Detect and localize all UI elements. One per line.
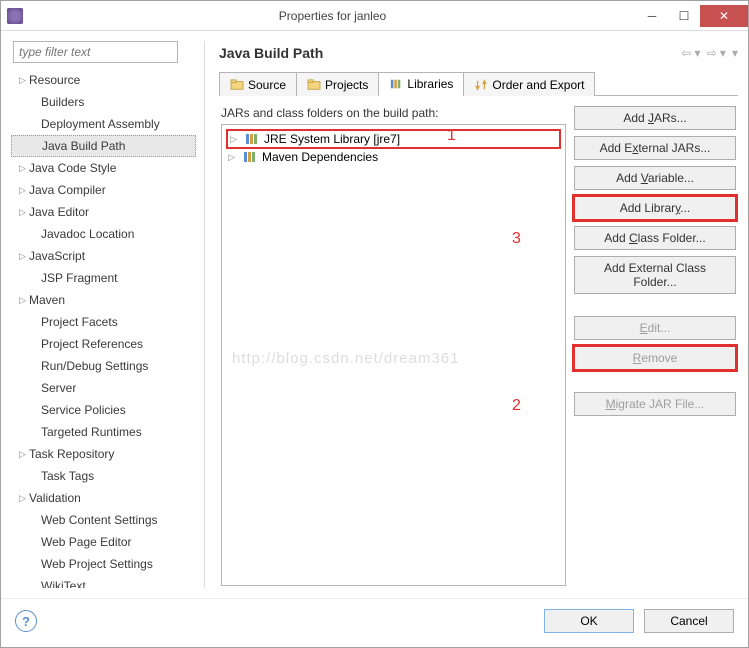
projects-icon (307, 79, 321, 91)
tab-projects[interactable]: Projects (296, 72, 379, 96)
tree-item[interactable]: WikiText (11, 575, 196, 588)
back-icon[interactable]: ⇦ ▾ (681, 46, 700, 60)
button-column: Add JARs... Add External JARs... Add Var… (574, 106, 736, 586)
tree-item[interactable]: ▷Validation (11, 487, 196, 509)
tree-item[interactable]: Task Tags (11, 465, 196, 487)
annotation-1: 1 (447, 127, 456, 145)
libraries-icon (389, 78, 403, 90)
help-icon[interactable]: ? (15, 610, 37, 632)
add-external-jars-button[interactable]: Add External JARs... (574, 136, 736, 160)
lib-list-label: JARs and class folders on the build path… (221, 106, 566, 120)
tree-item[interactable]: ▷JavaScript (11, 245, 196, 267)
tree-item[interactable]: Java Build Path (11, 135, 196, 157)
tab-bar: Source Projects Libraries Order and Expo… (219, 71, 738, 96)
app-icon (7, 8, 23, 24)
tree-item[interactable]: ▷Java Editor (11, 201, 196, 223)
tree-item[interactable]: Targeted Runtimes (11, 421, 196, 443)
tree-item[interactable]: Javadoc Location (11, 223, 196, 245)
tab-libraries[interactable]: Libraries (378, 72, 464, 96)
edit-button[interactable]: Edit... (574, 316, 736, 340)
migrate-jar-button[interactable]: Migrate JAR File... (574, 392, 736, 416)
menu-icon[interactable]: ▾ (732, 46, 738, 60)
remove-button[interactable]: Remove (574, 346, 736, 370)
category-tree-pane: ▷ResourceBuildersDeployment AssemblyJava… (11, 41, 196, 588)
page-title: Java Build Path (219, 45, 681, 61)
tree-item[interactable]: ▷Java Code Style (11, 157, 196, 179)
expand-icon[interactable]: ▷ (228, 152, 238, 163)
annotation-2: 2 (512, 397, 521, 415)
add-external-class-folder-button[interactable]: Add External Class Folder... (574, 256, 736, 294)
tree-item[interactable]: Web Page Editor (11, 531, 196, 553)
tree-item[interactable]: Server (11, 377, 196, 399)
tree-item[interactable]: Run/Debug Settings (11, 355, 196, 377)
order-icon (474, 79, 488, 91)
lib-row-jre[interactable]: ▷ JRE System Library [jre7] (226, 129, 561, 149)
tree-item[interactable]: JSP Fragment (11, 267, 196, 289)
library-icon (242, 150, 258, 164)
titlebar: Properties for janleo ─ ☐ ✕ (1, 1, 748, 31)
library-icon (244, 132, 260, 146)
add-jars-button[interactable]: Add JARs... (574, 106, 736, 130)
tree-item[interactable]: Deployment Assembly (11, 113, 196, 135)
add-variable-button[interactable]: Add Variable... (574, 166, 736, 190)
tree-item[interactable]: Web Project Settings (11, 553, 196, 575)
tab-order[interactable]: Order and Export (463, 72, 595, 96)
category-tree[interactable]: ▷ResourceBuildersDeployment AssemblyJava… (11, 67, 196, 588)
add-library-button[interactable]: Add Library... (574, 196, 736, 220)
tree-item[interactable]: Project References (11, 333, 196, 355)
tree-item[interactable]: Web Content Settings (11, 509, 196, 531)
source-icon (230, 79, 244, 91)
tree-item[interactable]: ▷Task Repository (11, 443, 196, 465)
detail-pane: Java Build Path ⇦ ▾ ⇨ ▾ ▾ Source Project… (204, 41, 738, 588)
tree-item[interactable]: ▷Java Compiler (11, 179, 196, 201)
tree-item[interactable]: ▷Resource (11, 69, 196, 91)
tree-item[interactable]: ▷Maven (11, 289, 196, 311)
minimize-button[interactable]: ─ (636, 5, 668, 27)
dialog-buttons: ? OK Cancel (1, 598, 748, 647)
ok-button[interactable]: OK (544, 609, 634, 633)
cancel-button[interactable]: Cancel (644, 609, 734, 633)
tree-item[interactable]: Builders (11, 91, 196, 113)
close-button[interactable]: ✕ (700, 5, 748, 27)
forward-icon[interactable]: ⇨ ▾ (707, 46, 726, 60)
nav-buttons: ⇦ ▾ ⇨ ▾ ▾ (681, 46, 738, 60)
lib-row-maven[interactable]: ▷ Maven Dependencies (226, 149, 561, 165)
tree-item[interactable]: Project Facets (11, 311, 196, 333)
lib-tree[interactable]: ▷ JRE System Library [jre7] ▷ Maven Depe… (221, 124, 566, 586)
tab-source[interactable]: Source (219, 72, 297, 96)
add-class-folder-button[interactable]: Add Class Folder... (574, 226, 736, 250)
tree-item[interactable]: Service Policies (11, 399, 196, 421)
watermark: http://blog.csdn.net/dream361 (232, 350, 459, 367)
expand-icon[interactable]: ▷ (230, 134, 240, 145)
maximize-button[interactable]: ☐ (668, 5, 700, 27)
filter-input[interactable] (13, 41, 178, 63)
annotation-3: 3 (512, 230, 521, 248)
window-title: Properties for janleo (29, 9, 636, 23)
